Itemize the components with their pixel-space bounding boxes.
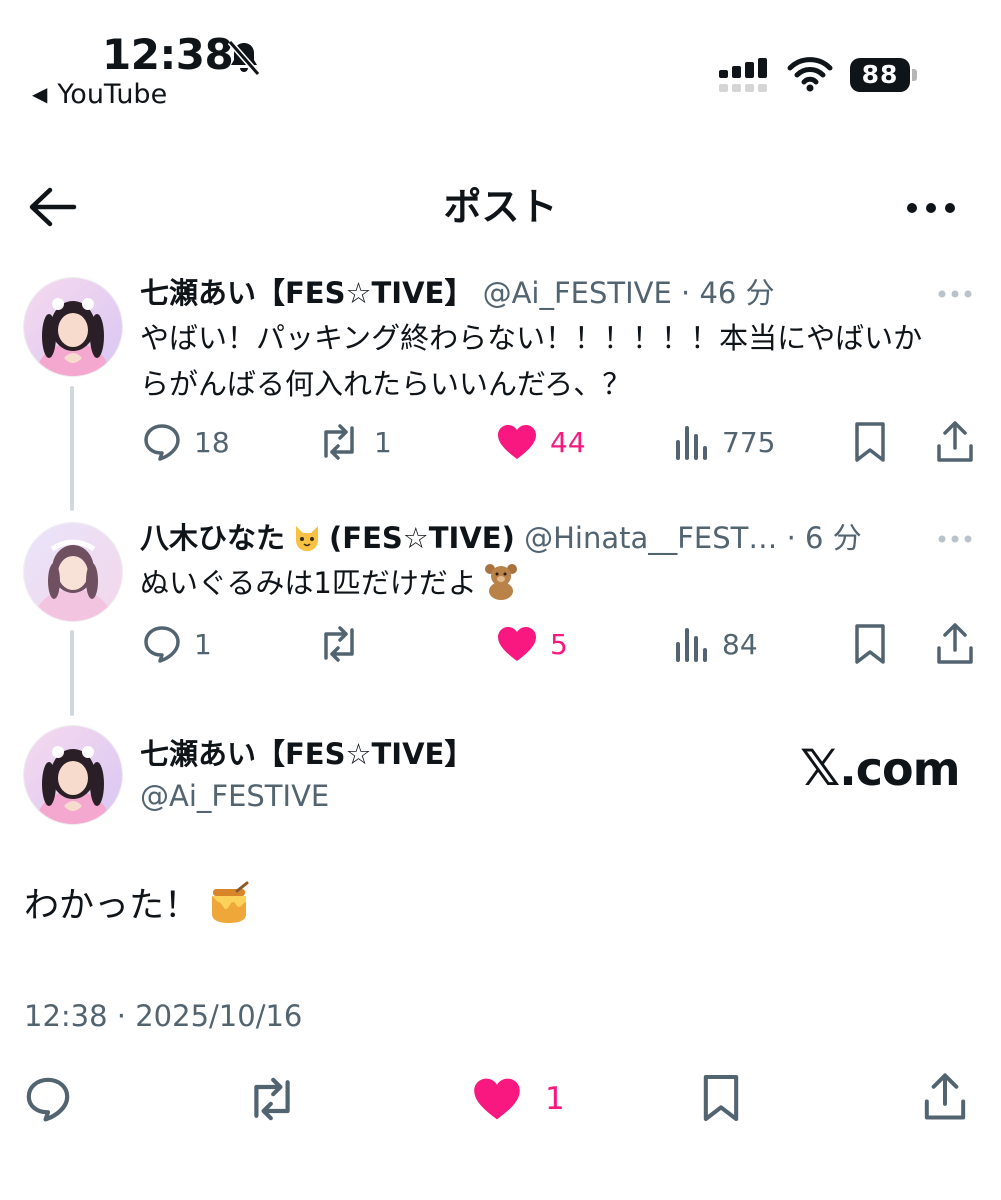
author-handle[interactable]: @Ai_FESTIVE bbox=[483, 276, 672, 310]
x-com-watermark: 𝕏.com bbox=[800, 739, 961, 797]
tweet-more-icon[interactable] bbox=[937, 533, 973, 545]
repost-button[interactable]: 1 bbox=[316, 420, 392, 464]
reply-icon bbox=[144, 424, 180, 461]
author-name-suffix: (FES☆TIVE) bbox=[329, 521, 515, 555]
tweet-time: · 6 分 bbox=[786, 521, 862, 555]
bookmark-icon[interactable] bbox=[852, 622, 888, 666]
back-app-label: YouTube bbox=[57, 79, 168, 110]
avatar[interactable] bbox=[23, 725, 123, 825]
teddy-bear-emoji-icon bbox=[484, 564, 517, 600]
like-button[interactable]: 5 bbox=[496, 622, 568, 666]
like-count: 1 bbox=[545, 1081, 565, 1117]
x-logo-icon: 𝕏 bbox=[800, 739, 840, 797]
main-author-name[interactable]: 七瀬あい【FES☆TIVE】 bbox=[140, 736, 473, 772]
back-triangle-icon: ◀ bbox=[32, 82, 48, 106]
repost-icon[interactable] bbox=[244, 1075, 300, 1123]
battery-nub bbox=[912, 69, 917, 81]
bookmark-icon[interactable] bbox=[852, 420, 888, 464]
avatar-image bbox=[24, 278, 122, 376]
avatar-image bbox=[24, 726, 122, 824]
tweet-header: 八木ひなた (FES☆TIVE) @Hinata__FEST… · 6 分 bbox=[140, 520, 862, 556]
wifi-icon bbox=[787, 57, 833, 92]
reply-icon bbox=[144, 626, 180, 663]
cat-face-emoji-icon bbox=[296, 526, 319, 551]
avatar-image bbox=[24, 523, 122, 621]
views-count: 84 bbox=[722, 627, 758, 661]
author-name-text: 八木ひなた bbox=[140, 521, 286, 555]
author-name[interactable]: 七瀬あい【FES☆TIVE】 bbox=[140, 276, 473, 310]
reply-button[interactable]: 1 bbox=[142, 622, 212, 666]
honey-pot-emoji-icon bbox=[212, 881, 249, 923]
author-name[interactable]: 八木ひなた (FES☆TIVE) bbox=[140, 521, 515, 555]
tweet-more-icon[interactable] bbox=[937, 288, 973, 300]
views-button[interactable]: 84 bbox=[674, 622, 758, 666]
cellular-signal-icon bbox=[719, 58, 767, 92]
battery-indicator: 88 bbox=[850, 58, 918, 92]
tweet-text-line: らがんばる何入れたらいいんだろ、？ bbox=[140, 367, 632, 401]
more-options-icon[interactable] bbox=[905, 198, 957, 218]
post-timestamp: 12:38 · 2025/10/16 bbox=[24, 999, 303, 1033]
main-post-text: わかった！ bbox=[24, 880, 251, 932]
reply-icon[interactable] bbox=[24, 1075, 72, 1123]
heart-filled-icon bbox=[474, 1078, 520, 1120]
main-post-text-content: わかった！ bbox=[24, 886, 200, 926]
like-count: 5 bbox=[550, 627, 568, 661]
share-icon[interactable] bbox=[935, 622, 975, 666]
like-count: 44 bbox=[550, 425, 586, 459]
views-chart-icon bbox=[676, 426, 707, 460]
reply-button[interactable]: 18 bbox=[142, 420, 230, 464]
reply-count: 18 bbox=[194, 425, 230, 459]
thread-connector bbox=[70, 630, 74, 716]
status-time: 12:38 bbox=[102, 30, 234, 79]
tweet-header: 七瀬あい【FES☆TIVE】 @Ai_FESTIVE · 46 分 bbox=[140, 275, 775, 311]
heart-filled-icon bbox=[498, 627, 536, 661]
bookmark-icon[interactable] bbox=[700, 1072, 742, 1124]
views-count: 775 bbox=[722, 425, 776, 459]
like-button[interactable]: 44 bbox=[496, 420, 586, 464]
reply-count: 1 bbox=[194, 627, 212, 661]
views-chart-icon bbox=[676, 628, 707, 662]
thread-connector bbox=[70, 386, 74, 511]
avatar[interactable] bbox=[23, 277, 123, 377]
repost-button[interactable] bbox=[316, 622, 362, 666]
share-icon[interactable] bbox=[935, 420, 975, 464]
watermark-domain: .com bbox=[839, 742, 960, 796]
main-author-handle[interactable]: @Ai_FESTIVE bbox=[140, 778, 329, 814]
repost-count: 1 bbox=[374, 425, 392, 459]
author-handle[interactable]: @Hinata__FEST… bbox=[524, 521, 777, 555]
avatar[interactable] bbox=[23, 522, 123, 622]
page-title: ポスト bbox=[443, 185, 558, 229]
heart-filled-icon bbox=[498, 425, 536, 459]
tweet-text-content: ぬいぐるみは1匹だけだよ bbox=[140, 566, 477, 600]
back-to-app-link[interactable]: ◀ YouTube bbox=[32, 78, 167, 111]
tweet-time: · 46 分 bbox=[681, 276, 775, 310]
repost-icon bbox=[324, 424, 354, 460]
bell-muted-icon bbox=[227, 40, 261, 76]
battery-level: 88 bbox=[850, 58, 910, 92]
repost-icon bbox=[324, 626, 354, 662]
tweet-text: ぬいぐるみは1匹だけだよ bbox=[140, 560, 980, 606]
tweet-text-line: やばい！パッキング終わらない！！！！！！本当にやばいか bbox=[140, 321, 923, 355]
share-icon[interactable] bbox=[922, 1072, 968, 1122]
tweet-text: やばい！パッキング終わらない！！！！！！本当にやばいか らがんばる何入れたらいい… bbox=[140, 315, 980, 407]
like-button[interactable]: 1 bbox=[471, 1075, 565, 1123]
views-button[interactable]: 775 bbox=[674, 420, 775, 464]
